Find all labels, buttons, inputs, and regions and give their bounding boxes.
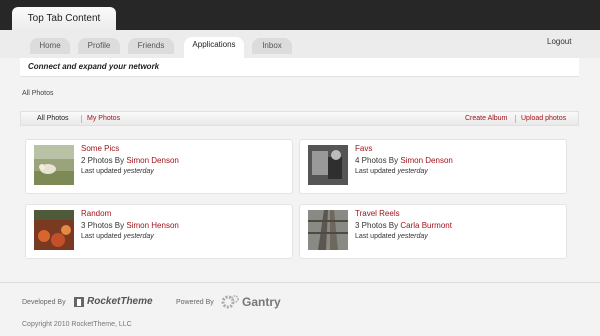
album-owner-link[interactable]: Simon Henson [126, 221, 178, 230]
logout-link[interactable]: Logout [547, 37, 571, 46]
photo-count: 3 Photos By [355, 221, 399, 230]
powered-by-text: Powered By [176, 299, 214, 306]
filter-bar: All Photos My Photos Create Album Upload… [20, 111, 579, 126]
album-count: 3 Photos By Carla Burmont [355, 221, 452, 230]
updated-when: yesterday [123, 233, 154, 240]
album-card[interactable]: Favs 4 Photos By Simon Denson Last updat… [299, 139, 567, 194]
album-title[interactable]: Travel Reels [355, 209, 400, 218]
rockettheme-logo-icon[interactable] [73, 296, 85, 308]
updated-label: Last updated [81, 168, 122, 175]
updated-when: yesterday [123, 168, 154, 175]
album-owner-link[interactable]: Simon Denson [126, 156, 178, 165]
top-tab[interactable]: Top Tab Content [12, 7, 116, 30]
gantry-gear-icon[interactable] [221, 295, 239, 309]
footer-divider [0, 282, 600, 283]
album-updated: Last updated yesterday [355, 233, 428, 240]
page-title: All Photos [22, 90, 54, 97]
album-owner-link[interactable]: Carla Burmont [400, 221, 452, 230]
album-card[interactable]: Random 3 Photos By Simon Henson Last upd… [25, 204, 293, 259]
updated-when: yesterday [397, 233, 428, 240]
filter-divider [81, 115, 82, 123]
album-updated: Last updated yesterday [81, 233, 154, 240]
album-count: 4 Photos By Simon Denson [355, 156, 453, 165]
all-photos-tab[interactable]: All Photos [37, 115, 69, 122]
album-card[interactable]: Some Pics 2 Photos By Simon Denson Last … [25, 139, 293, 194]
upload-photos-link[interactable]: Upload photos [521, 115, 566, 122]
gantry-logo[interactable]: Gantry [242, 295, 281, 309]
subheader-text: Connect and expand your network [28, 62, 160, 71]
album-owner-link[interactable]: Simon Denson [400, 156, 452, 165]
tab-friends[interactable]: Friends [128, 38, 174, 54]
photo-count: 3 Photos By [81, 221, 125, 230]
album-card[interactable]: Travel Reels 3 Photos By Carla Burmont L… [299, 204, 567, 259]
album-updated: Last updated yesterday [81, 168, 154, 175]
updated-label: Last updated [355, 168, 396, 175]
album-title[interactable]: Random [81, 209, 111, 218]
create-album-link[interactable]: Create Album [465, 115, 507, 122]
my-photos-link[interactable]: My Photos [87, 115, 120, 122]
album-updated: Last updated yesterday [355, 168, 428, 175]
album-thumbnail[interactable] [308, 145, 348, 185]
tab-home[interactable]: Home [30, 38, 70, 54]
photo-count: 4 Photos By [355, 156, 399, 165]
album-thumbnail[interactable] [34, 145, 74, 185]
album-count: 3 Photos By Simon Henson [81, 221, 179, 230]
album-count: 2 Photos By Simon Denson [81, 156, 179, 165]
album-thumbnail[interactable] [34, 210, 74, 250]
tab-profile[interactable]: Profile [78, 38, 120, 54]
rockettheme-logo[interactable]: RocketTheme [87, 296, 153, 307]
photo-count: 2 Photos By [81, 156, 125, 165]
tab-applications[interactable]: Applications [184, 37, 244, 58]
album-title[interactable]: Favs [355, 144, 372, 153]
copyright-text: Copyright 2010 RocketTheme, LLC [22, 321, 132, 328]
album-thumbnail[interactable] [308, 210, 348, 250]
filter-divider [515, 115, 516, 123]
subheader-bar: Connect and expand your network [20, 58, 579, 77]
updated-label: Last updated [355, 233, 396, 240]
developed-by-text: Developed By [22, 299, 66, 306]
updated-when: yesterday [397, 168, 428, 175]
updated-label: Last updated [81, 233, 122, 240]
tab-inbox[interactable]: Inbox [252, 38, 292, 54]
album-title[interactable]: Some Pics [81, 144, 119, 153]
